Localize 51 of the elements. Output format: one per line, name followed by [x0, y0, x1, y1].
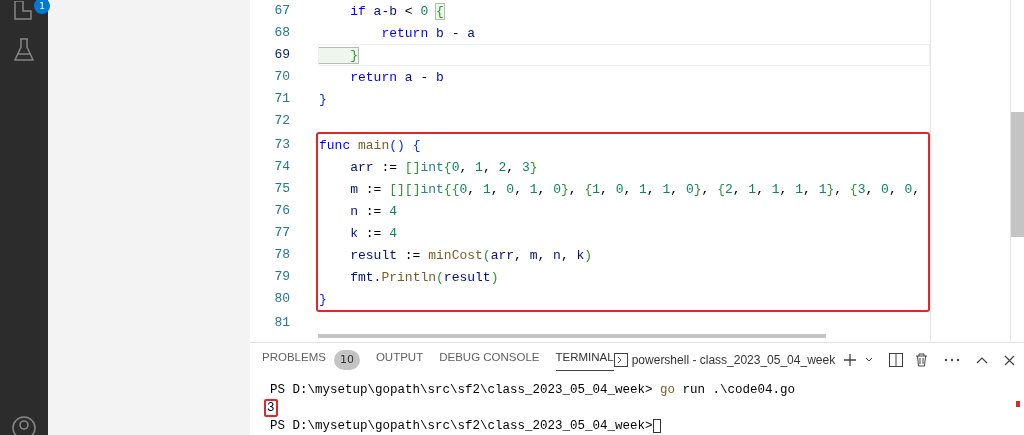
terminal-text: 3 [264, 399, 278, 417]
flask-icon[interactable] [13, 38, 35, 62]
trash-icon[interactable] [915, 353, 929, 367]
terminal-text: PS D:\mysetup\gopath\src\sf2\class_2023_05_04_week> [270, 419, 653, 433]
extensions-icon[interactable] [13, 0, 33, 21]
account-icon[interactable] [11, 415, 37, 435]
code-line: k := 4 [349, 225, 399, 243]
add-icon[interactable] [843, 353, 858, 367]
line-number: 68 [273, 24, 291, 42]
code-line: m := [][]int{{0, 1, 0, 1, 0}, {1, 0, 1, 1, 0}, {2, 1, 1, 1, 1}, {3, 0, 0, [349, 181, 922, 199]
line-number: 73 [273, 136, 291, 154]
close-icon[interactable] [1004, 354, 1016, 366]
code-line: } [318, 291, 328, 309]
code-line: arr := []int{0, 1, 2, 3} [349, 159, 539, 177]
line-number: 78 [273, 246, 291, 264]
terminal-selector[interactable]: powershell - class_2023_05_04_week [631, 351, 836, 369]
overview-mark [1016, 401, 1020, 407]
chevron-up-icon[interactable] [976, 356, 989, 364]
code-line: n := 4 [349, 203, 399, 221]
notification-badge: 1 [34, 0, 50, 14]
line-number: 80 [273, 290, 291, 308]
code-line: result := minCost(arr, m, n, k) [349, 247, 594, 265]
code-line: if a-b < 0 { [349, 3, 445, 21]
panel-tab[interactable]: DEBUG CONSOLE [439, 348, 540, 372]
line-number: 81 [273, 314, 291, 332]
code-line: return a - b [349, 69, 445, 87]
code-line: } [318, 91, 328, 109]
panel-tab[interactable]: OUTPUT [375, 348, 424, 372]
more-icon[interactable] [944, 358, 961, 362]
line-number: 77 [273, 224, 291, 242]
terminal-text: PS D:\mysetup\gopath\src\sf2\class_2023_05_04_week> go run .\code04.go [270, 383, 796, 397]
line-number: 76 [273, 202, 291, 220]
code-line: return b - a [380, 25, 477, 43]
line-number: 75 [273, 180, 291, 198]
scrollbar[interactable] [1011, 112, 1024, 237]
line-number: 72 [273, 112, 291, 130]
panel-tab[interactable]: TERMINAL [555, 348, 614, 372]
split-icon[interactable] [889, 353, 904, 367]
line-number: 69 [273, 46, 291, 64]
count-badge: 10 [333, 349, 360, 371]
line-number: 79 [273, 268, 291, 286]
line-number: 74 [273, 158, 291, 176]
code-line: func main() { [318, 137, 422, 155]
line-number: 70 [273, 68, 291, 86]
code-line: fmt.Println(result) [349, 269, 500, 287]
chevron-down-icon[interactable] [865, 357, 874, 363]
line-number: 67 [273, 2, 291, 20]
panel-tab[interactable]: PROBLEMS [262, 348, 326, 372]
terminal-icon [613, 353, 628, 367]
scrollbar[interactable] [318, 334, 826, 338]
line-number: 71 [273, 90, 291, 108]
